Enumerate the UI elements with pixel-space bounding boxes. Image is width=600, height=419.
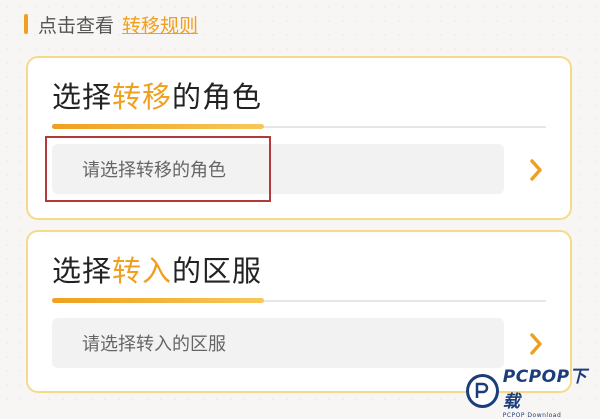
watermark: PCPOP下载 PCPOP Download xyxy=(466,362,600,419)
select-role-title: 选择转移的角色 xyxy=(52,74,262,116)
rules-prefix: 点击查看 xyxy=(38,14,115,37)
rules-accent-bar xyxy=(24,14,28,34)
chevron-right-icon[interactable] xyxy=(524,150,548,190)
select-server-title: 选择转入的区服 xyxy=(52,248,262,290)
title-part: 的区服 xyxy=(172,254,263,288)
watermark-text: PCPOP下载 xyxy=(502,367,588,412)
rules-row: 点击查看 转移规则 xyxy=(24,10,198,38)
title-underline xyxy=(52,298,264,303)
watermark-subtext: PCPOP Download xyxy=(502,412,562,419)
title-highlight: 转移 xyxy=(112,80,173,114)
rules-link[interactable]: 转移规则 xyxy=(122,11,198,38)
chevron-right-icon[interactable] xyxy=(524,324,548,364)
annotation-highlight-box xyxy=(45,136,271,202)
title-highlight: 转入 xyxy=(112,254,173,288)
pcpop-logo-icon xyxy=(466,373,499,408)
title-underline xyxy=(52,124,264,129)
title-part: 选择 xyxy=(52,254,113,288)
title-part: 选择 xyxy=(52,80,113,114)
title-part: 的角色 xyxy=(172,80,263,114)
server-select-placeholder: 请选择转入的区服 xyxy=(82,334,226,355)
server-select[interactable]: 请选择转入的区服 xyxy=(52,318,504,368)
